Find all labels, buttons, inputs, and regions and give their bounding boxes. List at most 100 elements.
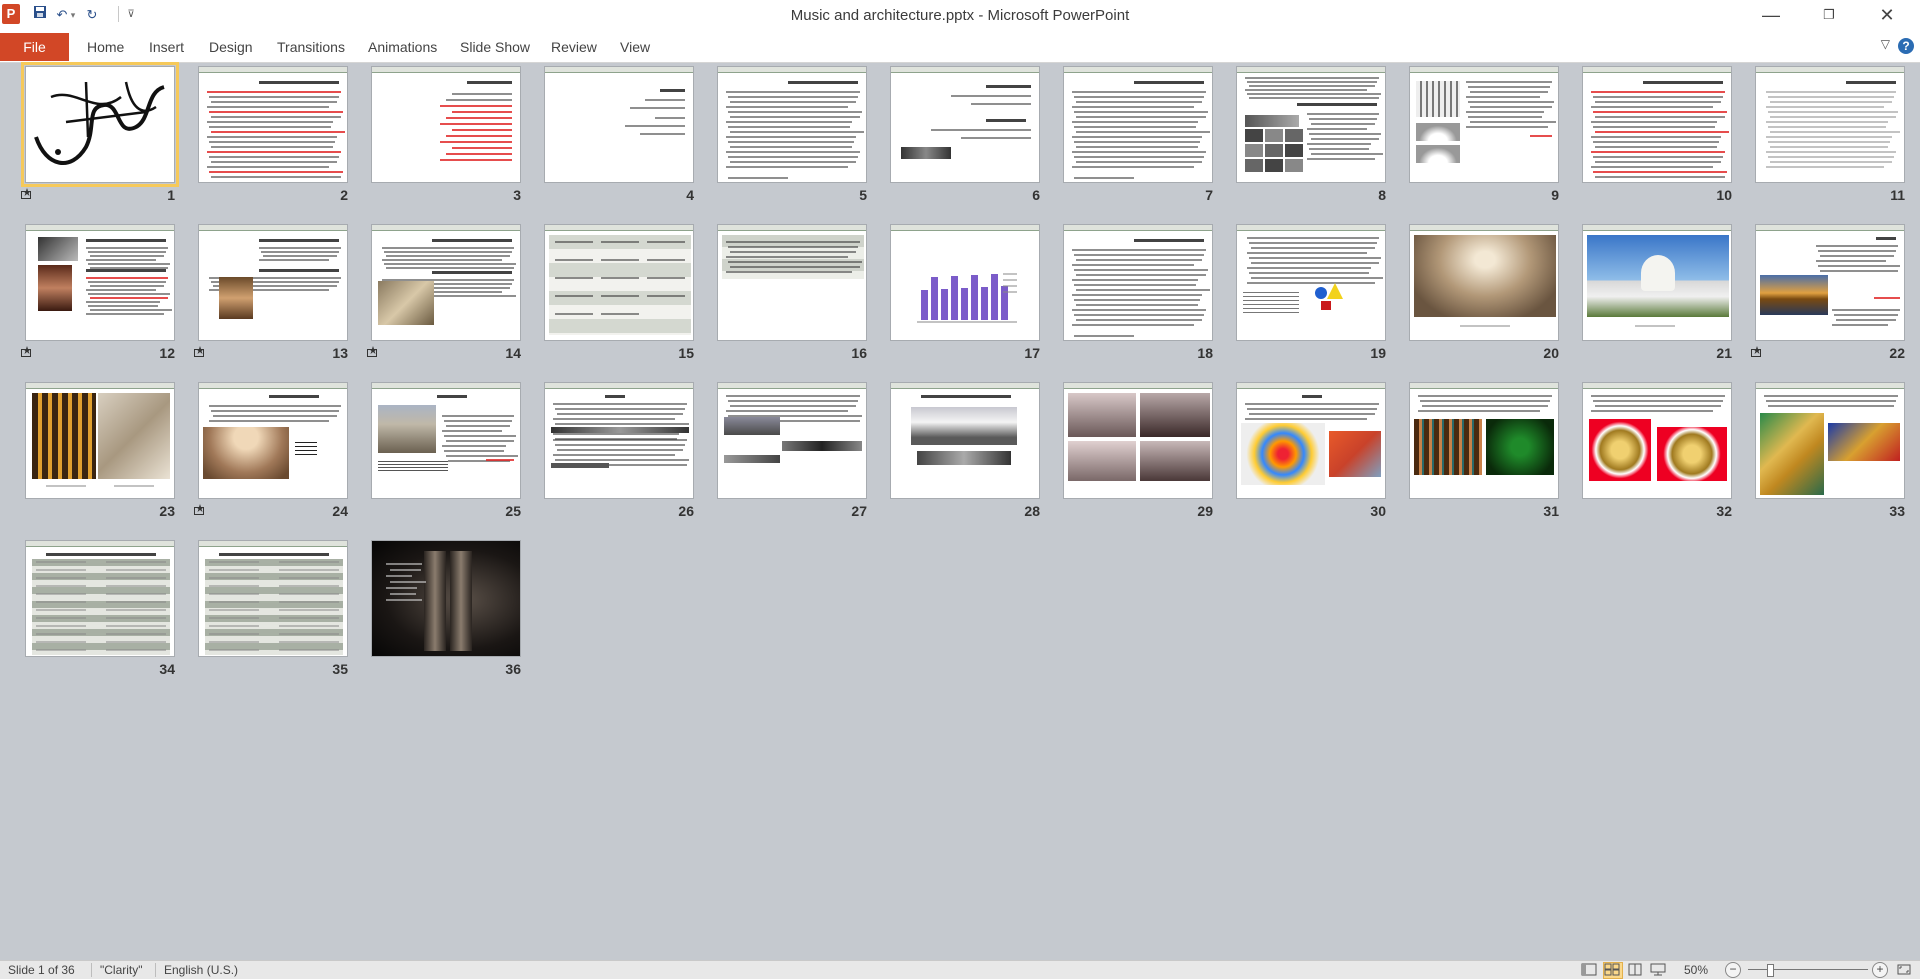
restore-button[interactable]: ❐ <box>1806 0 1852 30</box>
slide-thumbnail[interactable] <box>371 540 521 657</box>
transition-icon[interactable] <box>1751 346 1765 361</box>
slide-thumbnail[interactable] <box>544 224 694 341</box>
text-line <box>1768 141 1890 143</box>
file-tab[interactable]: File <box>0 33 69 61</box>
minimize-button[interactable]: — <box>1748 0 1794 30</box>
slide-thumbnail[interactable] <box>890 382 1040 499</box>
transition-icon[interactable] <box>194 346 208 361</box>
dome-image <box>1416 145 1460 163</box>
slide-thumbnail[interactable] <box>1582 382 1732 499</box>
text-line <box>1072 166 1194 168</box>
slide-thumbnail[interactable] <box>1755 224 1905 341</box>
slide-thumbnail[interactable] <box>25 382 175 499</box>
tab-transitions[interactable]: Transitions <box>277 33 345 61</box>
slide-header-band <box>26 541 174 547</box>
slide-thumbnail[interactable] <box>544 66 694 183</box>
slide-thumbnail[interactable] <box>1236 382 1386 499</box>
transition-icon[interactable] <box>194 504 208 519</box>
text-line <box>106 593 166 595</box>
slide-thumbnail[interactable] <box>1409 224 1559 341</box>
text-line <box>86 301 160 303</box>
normal-view-icon[interactable] <box>1580 962 1600 979</box>
slide-header-band <box>1583 67 1731 73</box>
text-line <box>1309 133 1381 135</box>
text-line <box>1309 118 1377 120</box>
text-line <box>446 153 512 155</box>
slide-show-icon[interactable] <box>1649 962 1669 979</box>
slide-thumbnail[interactable] <box>371 224 521 341</box>
slide-thumbnail[interactable] <box>198 66 348 183</box>
tab-insert[interactable]: Insert <box>149 33 184 61</box>
tab-slide-show[interactable]: Slide Show <box>460 33 530 61</box>
slide-thumbnail[interactable] <box>1755 382 1905 499</box>
slide-header-band <box>199 541 347 547</box>
transition-icon[interactable] <box>21 346 35 361</box>
slide-thumbnail[interactable] <box>1582 66 1732 183</box>
text-line <box>1249 85 1375 87</box>
text-line <box>647 241 685 243</box>
text-line <box>209 577 259 579</box>
text-line <box>555 423 689 425</box>
slide-thumbnail[interactable] <box>890 66 1040 183</box>
slide-thumbnail[interactable] <box>1063 66 1213 183</box>
slide-thumbnail[interactable] <box>1063 224 1213 341</box>
text-line <box>1766 166 1884 168</box>
text-line <box>446 425 510 427</box>
slide-title-line <box>1302 395 1322 398</box>
zoom-in-icon[interactable]: + <box>1872 962 1888 978</box>
zoom-slider-track[interactable] <box>1748 969 1868 970</box>
slide-sorter-view-icon[interactable] <box>1603 962 1623 979</box>
tab-design[interactable]: Design <box>209 33 253 61</box>
text-line <box>1074 96 1204 98</box>
close-button[interactable]: ✕ <box>1864 0 1910 30</box>
theme-name[interactable]: "Clarity" <box>100 963 143 977</box>
slide-thumbnail[interactable] <box>717 382 867 499</box>
minimize-ribbon-icon[interactable]: ▽ <box>1881 37 1890 51</box>
slide-thumbnail[interactable] <box>21 62 179 187</box>
zoom-slider-handle[interactable] <box>1767 964 1774 977</box>
transition-icon[interactable] <box>21 188 35 203</box>
text-line <box>1072 324 1194 326</box>
text-line <box>917 321 1017 323</box>
transition-icon[interactable] <box>367 346 381 361</box>
text-line <box>601 259 639 261</box>
slide-thumbnail[interactable] <box>1755 66 1905 183</box>
slide-thumbnail[interactable] <box>1236 224 1386 341</box>
pattern-tile <box>1265 129 1283 142</box>
fit-to-window-icon[interactable] <box>1895 962 1915 979</box>
slide-thumbnail[interactable] <box>890 224 1040 341</box>
slide-thumbnail[interactable] <box>198 540 348 657</box>
slide-thumbnail[interactable] <box>1409 382 1559 499</box>
slide-thumbnail[interactable] <box>1582 224 1732 341</box>
text-line <box>106 577 166 579</box>
chart-bar <box>931 277 938 320</box>
slide-thumbnail[interactable] <box>371 66 521 183</box>
slide-thumbnail[interactable] <box>371 382 521 499</box>
tab-animations[interactable]: Animations <box>368 33 437 61</box>
slide-thumbnail[interactable] <box>25 540 175 657</box>
tab-home[interactable]: Home <box>87 33 124 61</box>
zoom-level[interactable]: 50% <box>1684 963 1708 977</box>
zoom-out-icon[interactable]: − <box>1725 962 1741 978</box>
slide-thumbnail[interactable] <box>198 382 348 499</box>
help-icon[interactable]: ? <box>1898 38 1914 54</box>
tab-view[interactable]: View <box>620 33 650 61</box>
slide-thumbnail[interactable] <box>1236 66 1386 183</box>
text-line <box>440 123 512 125</box>
slide-number: 16 <box>851 345 867 361</box>
text-line <box>209 585 259 587</box>
tab-review[interactable]: Review <box>551 33 597 61</box>
text-line <box>1311 123 1375 125</box>
slide-thumbnail[interactable] <box>1063 382 1213 499</box>
text-line <box>90 255 164 257</box>
slide-thumbnail[interactable] <box>1409 66 1559 183</box>
slide-thumbnail[interactable] <box>198 224 348 341</box>
slide-thumbnail[interactable] <box>544 382 694 499</box>
text-line <box>259 259 329 261</box>
text-line <box>555 241 593 243</box>
slide-thumbnail[interactable] <box>25 224 175 341</box>
slide-thumbnail[interactable] <box>717 224 867 341</box>
slide-thumbnail[interactable] <box>717 66 867 183</box>
language-indicator[interactable]: English (U.S.) <box>164 963 238 977</box>
reading-view-icon[interactable] <box>1626 962 1646 979</box>
